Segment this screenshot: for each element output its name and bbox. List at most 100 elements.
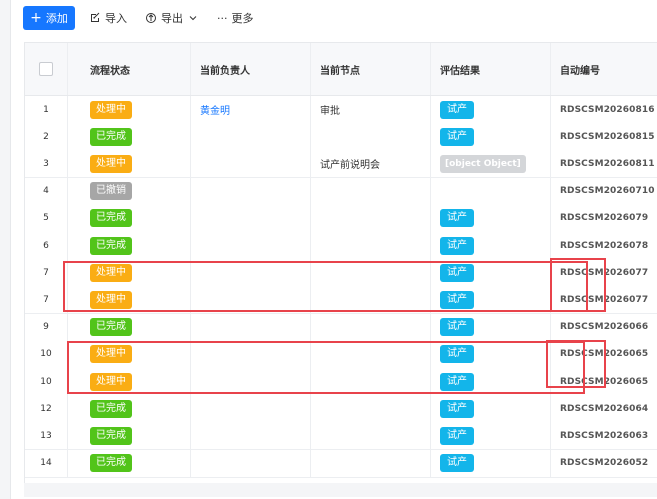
table-row[interactable]: 6 已完成 试产 RDSCSM2026078 (25, 232, 657, 260)
table-row[interactable]: 5 已完成 试产 RDSCSM2026079 (25, 204, 657, 233)
column-header-owner[interactable]: 当前负责人 (191, 43, 311, 95)
table-row[interactable]: 3 处理中 试产前说明会 [object Object] RDSCSM20260811 (25, 150, 657, 179)
result-tag: 试产 (440, 209, 474, 228)
row-index-cell: 12 (25, 395, 68, 423)
code-cell: RDSCSM2026065 (551, 368, 657, 395)
auto-code: RDSCSM20260816 (560, 104, 655, 115)
more-button[interactable]: ··· 更多 (217, 6, 254, 30)
node-cell (311, 395, 431, 423)
status-cell: 已完成 (68, 395, 191, 423)
row-index: 1 (43, 104, 49, 115)
table-row[interactable]: 9 已完成 试产 RDSCSM2026066 (25, 313, 657, 342)
row-index-cell: 6 (25, 232, 68, 259)
result-tag: 试产 (440, 372, 474, 391)
auto-code: RDSCSM20260815 (560, 131, 655, 142)
row-index: 3 (43, 158, 49, 169)
toolbar: + 添加 导入 导出 ··· 更多 (11, 0, 657, 40)
add-button[interactable]: + 添加 (23, 6, 75, 30)
table-row[interactable]: 7 处理中 试产 RDSCSM2026077 (25, 259, 657, 288)
column-header-code[interactable]: 自动编号 (551, 43, 657, 95)
node-cell (311, 313, 431, 341)
select-all-checkbox[interactable] (39, 62, 53, 76)
table-row[interactable]: 4 已撤销 RDSCSM20260710 (25, 177, 657, 206)
table-row[interactable]: 1 处理中 黄金明 审批 试产 RDSCSM20260816 (25, 96, 657, 124)
row-index-cell: 4 (25, 177, 68, 205)
owner-cell (191, 150, 311, 178)
auto-code: RDSCSM2026077 (560, 294, 649, 305)
column-header-node[interactable]: 当前节点 (311, 43, 431, 95)
auto-code: RDSCSM2026077 (560, 267, 649, 278)
import-icon (91, 12, 100, 22)
result-tag: 试产 (440, 127, 474, 146)
status-cell: 已完成 (68, 313, 191, 341)
status-cell: 已撤销 (68, 177, 191, 205)
row-index: 12 (40, 403, 52, 414)
more-icon: ··· (217, 11, 228, 25)
auto-code: RDSCSM2026063 (560, 430, 649, 441)
export-button[interactable]: 导出 (145, 6, 199, 30)
auto-code: RDSCSM2026079 (560, 213, 649, 224)
owner-link[interactable]: 黄金明 (200, 102, 230, 117)
code-cell: RDSCSM20260815 (551, 123, 657, 150)
result-cell: 试产 (431, 340, 551, 368)
status-badge: 已完成 (90, 236, 132, 255)
status-badge: 处理中 (90, 345, 132, 364)
status-badge: 已完成 (90, 399, 132, 418)
table-row[interactable]: 7 处理中 试产 RDSCSM2026077 (25, 286, 657, 315)
owner-cell (191, 259, 311, 287)
more-button-label: 更多 (231, 12, 254, 25)
owner-cell (191, 177, 311, 205)
status-cell: 已完成 (68, 449, 191, 477)
status-badge: 处理中 (90, 154, 132, 173)
row-index-cell: 7 (25, 259, 68, 287)
status-cell: 已完成 (68, 204, 191, 232)
status-badge: 已完成 (90, 127, 132, 146)
status-badge: 已完成 (90, 209, 132, 228)
result-tag: 试产 (440, 399, 474, 418)
table-row[interactable]: 14 已完成 试产 RDSCSM2026052 (25, 449, 657, 478)
result-cell: [object Object] (431, 150, 551, 178)
code-cell: RDSCSM2026079 (551, 205, 657, 232)
code-cell: RDSCSM2026063 (551, 422, 657, 449)
result-tag: 试产 (440, 236, 474, 255)
status-cell: 处理中 (68, 368, 191, 395)
row-index: 10 (40, 376, 52, 387)
row-index-cell: 10 (25, 368, 68, 395)
auto-code: RDSCSM2026065 (560, 376, 649, 387)
node-cell (311, 340, 431, 368)
table-row[interactable]: 10 处理中 试产 RDSCSM2026065 (25, 340, 657, 369)
auto-code: RDSCSM20260811 (560, 158, 655, 169)
code-cell: RDSCSM2026064 (551, 395, 657, 422)
node-cell (311, 422, 431, 450)
result-tag: 试产 (440, 290, 474, 309)
table-row[interactable]: 2 已完成 试产 RDSCSM20260815 (25, 123, 657, 152)
column-header-result[interactable]: 评估结果 (431, 43, 551, 95)
horizontal-scrollbar[interactable] (24, 483, 657, 497)
table-row[interactable]: 12 已完成 试产 RDSCSM2026064 (25, 395, 657, 424)
import-button[interactable]: 导入 (89, 6, 127, 30)
column-header-status[interactable]: 流程状态 (68, 43, 191, 95)
node-text: 试产前说明会 (320, 160, 380, 172)
node-cell (311, 232, 431, 259)
node-cell (311, 204, 431, 232)
result-tag: 试产 (440, 345, 474, 364)
status-badge: 已撤销 (90, 182, 132, 201)
status-badge: 已完成 (90, 454, 132, 473)
auto-code: RDSCSM2026064 (560, 403, 649, 414)
table-row[interactable]: 13 已完成 试产 RDSCSM2026063 (25, 422, 657, 451)
result-tag: 试产 (440, 454, 474, 473)
result-cell: 试产 (431, 313, 551, 341)
code-cell: RDSCSM20260816 (551, 96, 657, 123)
table-row[interactable]: 10 处理中 试产 RDSCSM2026065 (25, 368, 657, 396)
status-cell: 处理中 (68, 96, 191, 123)
status-cell: 已完成 (68, 123, 191, 151)
row-index: 13 (40, 430, 52, 441)
row-index-cell: 7 (25, 286, 68, 314)
status-badge: 已完成 (90, 318, 132, 337)
row-index: 14 (40, 458, 52, 469)
row-index: 7 (43, 294, 49, 305)
node-text: 审批 (320, 106, 340, 117)
code-cell: RDSCSM2026077 (551, 259, 657, 286)
code-cell: RDSCSM2026077 (551, 286, 657, 313)
main-panel: + 添加 导入 导出 ··· 更多 流程状态 当前负责人 当前节点 评估结果 自… (10, 0, 657, 499)
